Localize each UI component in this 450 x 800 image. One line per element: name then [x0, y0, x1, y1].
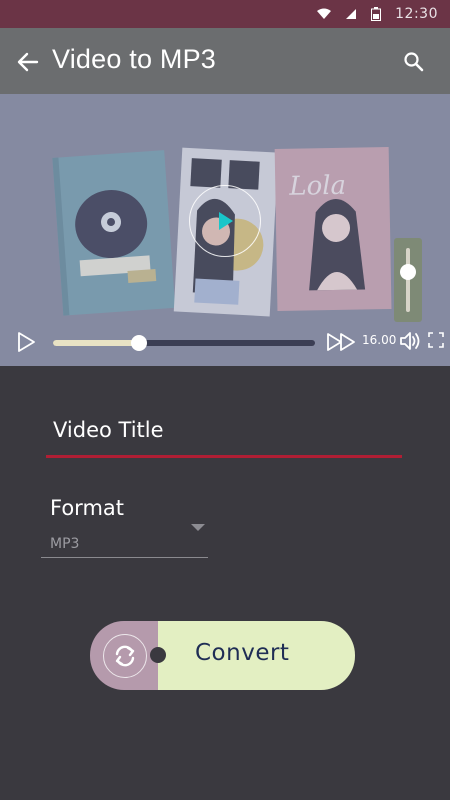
play-overlay-icon	[219, 212, 233, 230]
format-value: MP3	[50, 536, 80, 552]
play-button[interactable]	[14, 330, 38, 354]
back-button[interactable]	[14, 48, 42, 76]
fullscreen-button[interactable]	[428, 332, 444, 348]
app-bar: Video to MP3	[0, 28, 450, 94]
format-label: Format	[50, 496, 125, 520]
seek-knob[interactable]	[131, 335, 148, 351]
fast-forward-icon	[327, 333, 355, 351]
fullscreen-icon	[428, 332, 444, 348]
seek-bar[interactable]	[53, 335, 315, 351]
search-icon	[404, 52, 424, 72]
volume-icon	[400, 332, 420, 350]
page-title: Video to MP3	[52, 44, 217, 74]
wifi-icon	[317, 8, 332, 20]
status-time: 12:30	[395, 6, 438, 22]
format-dropdown[interactable]: MP3	[41, 518, 208, 558]
battery-icon	[371, 7, 382, 21]
fast-forward-button[interactable]	[326, 330, 358, 354]
chevron-down-icon	[191, 524, 205, 531]
video-title-input[interactable]: Video Title	[46, 414, 402, 458]
convert-button-label: Convert	[195, 640, 290, 666]
convert-icon-section	[90, 621, 158, 690]
status-bar: 12:30	[0, 0, 450, 28]
volume-button[interactable]	[398, 329, 422, 353]
signal-icon	[345, 8, 357, 20]
arrow-left-icon	[17, 52, 39, 72]
convert-notch	[150, 647, 166, 663]
player-controls: 16.00	[0, 320, 450, 360]
play-icon	[18, 332, 35, 352]
center-play-button[interactable]	[189, 185, 261, 257]
convert-icon-ring	[103, 634, 147, 678]
video-title-value: Video Title	[53, 418, 164, 442]
search-button[interactable]	[402, 50, 426, 74]
seek-progress	[53, 340, 140, 346]
playback-time: 16.00	[362, 333, 397, 347]
convert-button[interactable]: Convert	[90, 621, 355, 690]
volume-knob[interactable]	[400, 264, 416, 281]
refresh-icon	[115, 645, 135, 667]
volume-slider[interactable]	[394, 238, 422, 322]
video-player[interactable]: Lola 16.00	[0, 94, 450, 366]
